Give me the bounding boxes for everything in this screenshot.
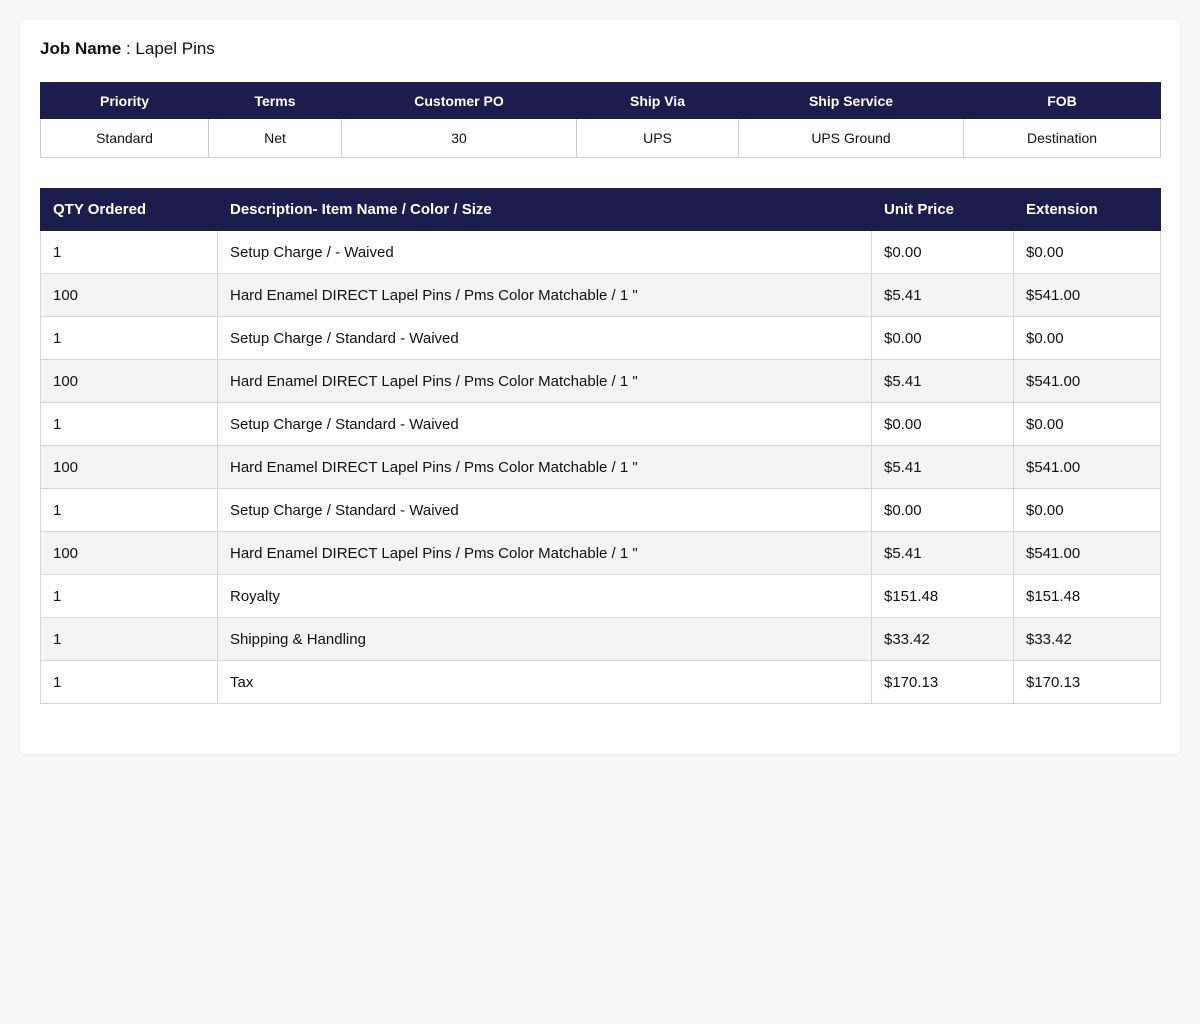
unit-price-cell: $5.41 bbox=[871, 359, 1014, 403]
qty-cell: 1 bbox=[40, 402, 218, 446]
ship-service-value: UPS Ground bbox=[738, 118, 964, 158]
unit-price-cell: $0.00 bbox=[871, 230, 1014, 274]
job-name-separator: : bbox=[121, 39, 136, 58]
fob-header: FOB bbox=[963, 82, 1161, 119]
job-name-label: Job Name bbox=[40, 39, 122, 58]
unit-price-cell: $5.41 bbox=[871, 445, 1014, 489]
table-row: 100 Hard Enamel DIRECT Lapel Pins / Pms … bbox=[40, 445, 1161, 489]
description-cell: Hard Enamel DIRECT Lapel Pins / Pms Colo… bbox=[217, 273, 872, 317]
order-info-header-row: Priority Terms Customer PO Ship Via Ship… bbox=[40, 82, 1161, 119]
order-info-value-row: Standard Net 30 UPS UPS Ground Destinati… bbox=[40, 118, 1161, 158]
qty-cell: 1 bbox=[40, 574, 218, 618]
qty-ordered-header: QTY Ordered bbox=[40, 188, 218, 231]
extension-cell: $0.00 bbox=[1013, 316, 1161, 360]
table-row: 100 Hard Enamel DIRECT Lapel Pins / Pms … bbox=[40, 273, 1161, 317]
qty-cell: 1 bbox=[40, 660, 218, 704]
ship-via-value: UPS bbox=[576, 118, 739, 158]
unit-price-cell: $0.00 bbox=[871, 316, 1014, 360]
qty-cell: 1 bbox=[40, 316, 218, 360]
qty-cell: 1 bbox=[40, 488, 218, 532]
description-cell: Setup Charge / Standard - Waived bbox=[217, 402, 872, 446]
table-row: 1 Setup Charge / Standard - Waived $0.00… bbox=[40, 402, 1161, 446]
table-row: 1 Royalty $151.48 $151.48 bbox=[40, 574, 1161, 618]
table-row: 1 Setup Charge / Standard - Waived $0.00… bbox=[40, 316, 1161, 360]
extension-cell: $0.00 bbox=[1013, 230, 1161, 274]
qty-cell: 100 bbox=[40, 359, 218, 403]
unit-price-cell: $151.48 bbox=[871, 574, 1014, 618]
priority-header: Priority bbox=[40, 82, 209, 119]
fob-value: Destination bbox=[963, 118, 1161, 158]
unit-price-cell: $170.13 bbox=[871, 660, 1014, 704]
terms-header: Terms bbox=[208, 82, 342, 119]
job-name-line: Job Name : Lapel Pins bbox=[40, 38, 1160, 60]
line-items-header-row: QTY Ordered Description- Item Name / Col… bbox=[40, 188, 1161, 231]
unit-price-cell: $5.41 bbox=[871, 531, 1014, 575]
description-cell: Hard Enamel DIRECT Lapel Pins / Pms Colo… bbox=[217, 445, 872, 489]
unit-price-cell: $0.00 bbox=[871, 488, 1014, 532]
qty-cell: 1 bbox=[40, 230, 218, 274]
extension-cell: $170.13 bbox=[1013, 660, 1161, 704]
description-cell: Hard Enamel DIRECT Lapel Pins / Pms Colo… bbox=[217, 531, 872, 575]
qty-cell: 100 bbox=[40, 531, 218, 575]
table-row: 100 Hard Enamel DIRECT Lapel Pins / Pms … bbox=[40, 531, 1161, 575]
job-name-value: Lapel Pins bbox=[135, 39, 215, 58]
extension-cell: $541.00 bbox=[1013, 273, 1161, 317]
table-row: 1 Tax $170.13 $170.13 bbox=[40, 660, 1161, 704]
description-cell: Setup Charge / - Waived bbox=[217, 230, 872, 274]
customer-po-header: Customer PO bbox=[341, 82, 577, 119]
description-cell: Setup Charge / Standard - Waived bbox=[217, 488, 872, 532]
description-cell: Setup Charge / Standard - Waived bbox=[217, 316, 872, 360]
order-card: Job Name : Lapel Pins Priority Terms Cus… bbox=[20, 20, 1180, 754]
extension-cell: $0.00 bbox=[1013, 488, 1161, 532]
description-header: Description- Item Name / Color / Size bbox=[217, 188, 872, 231]
table-row: 1 Setup Charge / - Waived $0.00 $0.00 bbox=[40, 230, 1161, 274]
qty-cell: 1 bbox=[40, 617, 218, 661]
description-cell: Royalty bbox=[217, 574, 872, 618]
description-cell: Tax bbox=[217, 660, 872, 704]
extension-cell: $541.00 bbox=[1013, 531, 1161, 575]
order-info-table: Priority Terms Customer PO Ship Via Ship… bbox=[40, 82, 1161, 158]
extension-cell: $541.00 bbox=[1013, 359, 1161, 403]
customer-po-value: 30 bbox=[341, 118, 577, 158]
priority-value: Standard bbox=[40, 118, 209, 158]
extension-header: Extension bbox=[1013, 188, 1161, 231]
unit-price-cell: $5.41 bbox=[871, 273, 1014, 317]
qty-cell: 100 bbox=[40, 273, 218, 317]
extension-cell: $33.42 bbox=[1013, 617, 1161, 661]
unit-price-header: Unit Price bbox=[871, 188, 1014, 231]
qty-cell: 100 bbox=[40, 445, 218, 489]
extension-cell: $0.00 bbox=[1013, 402, 1161, 446]
unit-price-cell: $0.00 bbox=[871, 402, 1014, 446]
table-row: 1 Setup Charge / Standard - Waived $0.00… bbox=[40, 488, 1161, 532]
extension-cell: $541.00 bbox=[1013, 445, 1161, 489]
unit-price-cell: $33.42 bbox=[871, 617, 1014, 661]
ship-service-header: Ship Service bbox=[738, 82, 964, 119]
table-row: 100 Hard Enamel DIRECT Lapel Pins / Pms … bbox=[40, 359, 1161, 403]
description-cell: Hard Enamel DIRECT Lapel Pins / Pms Colo… bbox=[217, 359, 872, 403]
line-items-table: QTY Ordered Description- Item Name / Col… bbox=[40, 188, 1161, 704]
terms-value: Net bbox=[208, 118, 342, 158]
table-row: 1 Shipping & Handling $33.42 $33.42 bbox=[40, 617, 1161, 661]
extension-cell: $151.48 bbox=[1013, 574, 1161, 618]
description-cell: Shipping & Handling bbox=[217, 617, 872, 661]
ship-via-header: Ship Via bbox=[576, 82, 739, 119]
